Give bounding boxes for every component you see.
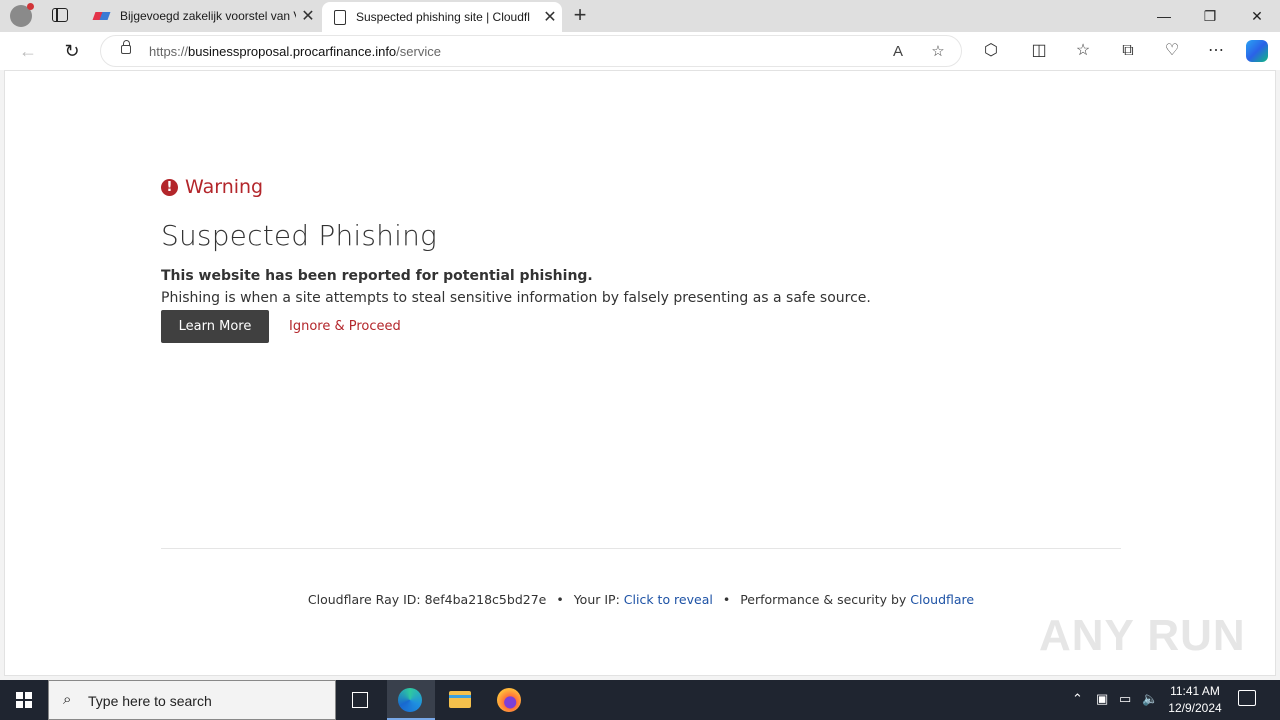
- refresh-button[interactable]: ↻: [58, 38, 86, 64]
- site-favicon-icon: [94, 8, 110, 24]
- cloudflare-footer: Cloudflare Ray ID: 8ef4ba218c5bd27e • Yo…: [5, 592, 1277, 607]
- profile-avatar-icon[interactable]: [10, 3, 34, 27]
- tab-business-proposal[interactable]: Bijgevoegd zakelijk voorstel van V ✕: [84, 0, 320, 32]
- split-screen-icon[interactable]: ◫: [1026, 38, 1052, 64]
- edge-icon[interactable]: [398, 688, 422, 712]
- read-aloud-icon[interactable]: A: [887, 41, 909, 63]
- taskbar-clock[interactable]: 11:41 AM 12/9/2024: [1162, 683, 1228, 717]
- network-icon[interactable]: ▭: [1119, 691, 1131, 707]
- warning-label: Warning: [185, 176, 264, 198]
- tab-close-icon[interactable]: ✕: [538, 7, 562, 27]
- search-icon: ⌕: [63, 691, 72, 708]
- performance-label: Performance & security by: [740, 592, 907, 607]
- footer-divider: [161, 548, 1121, 549]
- more-options-icon[interactable]: ⋯: [1203, 38, 1229, 64]
- tab-suspected-phishing[interactable]: Suspected phishing site | Cloudfl ✕: [322, 2, 562, 32]
- title-bar: Bijgevoegd zakelijk voorstel van V ✕ Sus…: [0, 0, 1280, 32]
- ignore-proceed-link[interactable]: Ignore & Proceed: [289, 319, 401, 334]
- warning-icon: !: [161, 178, 178, 196]
- taskbar: ⌕ Type here to search ⌃ ▣ ▭ 🔈 11:41 AM 1…: [0, 680, 1280, 720]
- tray-overflow-icon[interactable]: ⌃: [1072, 691, 1083, 707]
- warning-row: ! Warning: [161, 175, 1121, 199]
- web-page: ! Warning Suspected Phishing This websit…: [4, 70, 1276, 676]
- ray-id-value: 8ef4ba218c5bd27e: [424, 592, 547, 607]
- learn-more-button[interactable]: Learn More: [161, 310, 269, 343]
- copilot-icon[interactable]: [1246, 40, 1268, 62]
- firefox-icon[interactable]: [497, 688, 521, 712]
- tab-actions-icon[interactable]: [52, 8, 68, 22]
- anyrun-watermark: ANY RUN: [1039, 611, 1246, 660]
- phishing-warning: ! Warning Suspected Phishing This websit…: [161, 175, 1121, 343]
- reveal-ip-link[interactable]: Click to reveal: [624, 592, 713, 607]
- ip-label: Your IP:: [573, 592, 620, 607]
- browser-toolbar: ← ↻ https://businessproposal.procarfinan…: [0, 32, 1280, 70]
- extensions-icon[interactable]: ⬡: [978, 38, 1004, 64]
- browser-essentials-icon[interactable]: ♡: [1159, 38, 1185, 64]
- close-window-button[interactable]: ✕: [1234, 0, 1280, 32]
- task-view-icon[interactable]: [352, 692, 368, 708]
- minimize-button[interactable]: —: [1141, 0, 1187, 32]
- windows-logo-icon: [16, 692, 32, 708]
- phishing-description: Phishing is when a site attempts to stea…: [161, 290, 871, 306]
- page-title: Suspected Phishing: [161, 219, 438, 252]
- restore-button[interactable]: ❐: [1187, 0, 1233, 32]
- collections-icon[interactable]: ⧉: [1115, 38, 1141, 64]
- notification-icon[interactable]: [1238, 690, 1256, 706]
- tab-close-icon[interactable]: ✕: [296, 6, 320, 26]
- clock-date: 12/9/2024: [1168, 701, 1222, 715]
- clock-time: 11:41 AM: [1170, 684, 1220, 698]
- back-button[interactable]: ←: [14, 38, 42, 64]
- tab-label: Suspected phishing site | Cloudfl: [356, 10, 530, 24]
- volume-icon[interactable]: 🔈: [1142, 691, 1158, 707]
- ray-id-label: Cloudflare Ray ID:: [307, 592, 421, 607]
- url-text[interactable]: https://businessproposal.procarfinance.i…: [149, 44, 441, 59]
- new-tab-button[interactable]: +: [570, 4, 590, 28]
- footer-separator: •: [722, 592, 731, 607]
- footer-separator: •: [556, 592, 564, 607]
- lock-icon[interactable]: [121, 40, 131, 54]
- device-icon[interactable]: ▣: [1096, 691, 1108, 707]
- action-row: Learn More Ignore & Proceed: [161, 310, 1121, 343]
- favorites-icon[interactable]: ☆: [1070, 38, 1096, 64]
- search-placeholder: Type here to search: [88, 693, 212, 709]
- favorite-star-icon[interactable]: ☆: [927, 41, 949, 63]
- tab-label: Bijgevoegd zakelijk voorstel van V: [120, 9, 296, 23]
- taskbar-search[interactable]: ⌕ Type here to search: [48, 680, 336, 720]
- address-bar[interactable]: https://businessproposal.procarfinance.i…: [100, 35, 962, 67]
- start-button[interactable]: [0, 680, 48, 720]
- file-explorer-icon[interactable]: [449, 691, 471, 708]
- document-icon: [334, 9, 346, 25]
- cloudflare-link[interactable]: Cloudflare: [910, 592, 974, 607]
- reported-text: This website has been reported for poten…: [161, 268, 593, 284]
